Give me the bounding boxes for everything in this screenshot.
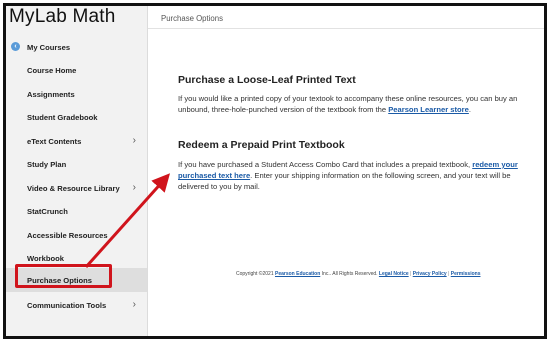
sidebar-item-label: StatCrunch <box>27 207 68 216</box>
breadcrumb: Purchase Options <box>161 14 223 23</box>
sidebar-item-label: eText Contents <box>27 137 82 146</box>
redeem-heading: Redeem a Prepaid Print Textbook <box>178 139 345 151</box>
sidebar-item-label: Course Home <box>27 66 77 75</box>
chevron-right-icon: › <box>132 299 136 310</box>
sidebar-item-etext-contents[interactable]: eText Contents › <box>6 131 147 153</box>
main-content: Purchase Options Purchase a Loose-Leaf P… <box>148 6 544 336</box>
sidebar-item-label: My Courses <box>27 43 71 52</box>
sidebar-item-label: Study Plan <box>27 160 67 169</box>
app-window: MyLab Math ‹ My Courses Course Home Assi… <box>3 3 547 339</box>
pearson-learner-store-link[interactable]: Pearson Learner store <box>388 105 469 114</box>
sidebar-item-communication-tools[interactable]: Communication Tools › <box>6 295 147 317</box>
sidebar-item-student-gradebook[interactable]: Student Gradebook <box>6 107 147 129</box>
sidebar-item-label: Student Gradebook <box>27 113 98 122</box>
permissions-link[interactable]: Permissions <box>451 271 481 277</box>
loose-leaf-text-end: . <box>468 105 471 115</box>
header-divider <box>148 28 544 29</box>
app-logo: MyLab Math <box>9 6 116 27</box>
sidebar-item-course-home[interactable]: Course Home <box>6 60 147 82</box>
sidebar-item-label: Assignments <box>27 90 75 99</box>
pearson-education-link[interactable]: Pearson Education <box>275 271 320 277</box>
redeem-text: If you have purchased a Student Access C… <box>178 160 473 169</box>
legal-notice-link[interactable]: Legal Notice <box>379 271 409 277</box>
footer: Copyright ©2021 Pearson Education Inc.. … <box>236 271 480 277</box>
loose-leaf-paragraph: If you would like a printed copy of your… <box>178 93 528 115</box>
sidebar-item-label: Video & Resource Library <box>27 184 120 193</box>
sidebar-item-study-plan[interactable]: Study Plan <box>6 154 147 176</box>
redeem-paragraph: If you have purchased a Student Access C… <box>178 159 534 193</box>
footer-rights: Inc.. All Rights Reserved. <box>320 271 379 277</box>
sidebar-item-assignments[interactable]: Assignments <box>6 84 147 106</box>
back-arrow-icon: ‹ <box>11 42 20 51</box>
sidebar: MyLab Math ‹ My Courses Course Home Assi… <box>6 6 148 336</box>
sidebar-item-label: Communication Tools <box>27 301 107 310</box>
loose-leaf-heading: Purchase a Loose-Leaf Printed Text <box>178 74 356 86</box>
privacy-policy-link[interactable]: Privacy Policy <box>413 271 447 277</box>
chevron-right-icon: › <box>132 135 136 146</box>
sidebar-item-label: Accessible Resources <box>27 231 108 240</box>
chevron-right-icon: › <box>132 182 136 193</box>
footer-copyright: Copyright ©2021 <box>236 271 275 277</box>
sidebar-item-accessible-resources[interactable]: Accessible Resources <box>6 225 147 247</box>
sidebar-item-video-resource-library[interactable]: Video & Resource Library › <box>6 178 147 200</box>
highlight-box <box>15 264 112 288</box>
sidebar-item-my-courses[interactable]: ‹ My Courses <box>6 37 147 59</box>
sidebar-item-label: Workbook <box>27 254 64 263</box>
sidebar-item-statcrunch[interactable]: StatCrunch <box>6 201 147 223</box>
